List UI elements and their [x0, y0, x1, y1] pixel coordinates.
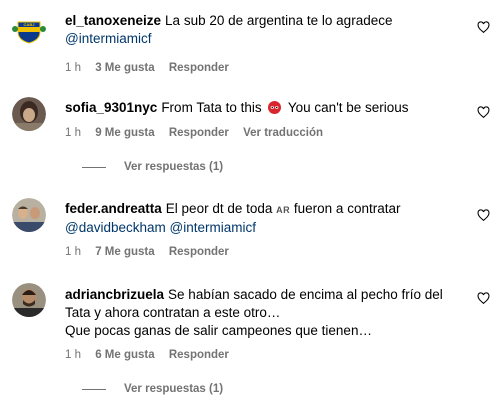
heart-outline-icon[interactable] [477, 21, 490, 34]
comment-username[interactable]: sofia_9301nyc [65, 100, 157, 115]
comment-text: el_tanoxeneize La sub 20 de argentina te … [65, 12, 464, 48]
heart-outline-icon[interactable] [477, 292, 490, 305]
reply-button[interactable]: Responder [169, 62, 229, 74]
comment-meta: 1 h 3 Me gusta Responder [65, 62, 464, 74]
comment-message-part: You can't be serious [287, 100, 409, 115]
comment-likes[interactable]: 7 Me gusta [95, 246, 154, 258]
comment-body: adriancbrizuela Se habían sacado de encim… [65, 286, 464, 361]
comment-meta: 1 h 7 Me gusta Responder [65, 246, 464, 258]
avatar[interactable]: CABJ [12, 12, 46, 46]
comment-username[interactable]: feder.andreatta [65, 201, 162, 216]
comment-likes[interactable]: 6 Me gusta [95, 349, 154, 361]
country-flag-icon: AR [276, 205, 291, 215]
comment-meta: 1 h 9 Me gusta Responder Ver traducción [65, 127, 464, 139]
comment-message: La sub 20 de argentina te lo agradece [165, 13, 393, 28]
comment-username[interactable]: adriancbrizuela [65, 287, 164, 302]
heart-outline-icon[interactable] [477, 209, 490, 222]
comment-likes[interactable]: 3 Me gusta [95, 62, 154, 74]
comment-text: sofia_9301nyc From Tata to this You can't… [65, 99, 464, 117]
view-replies-label: Ver respuestas (1) [124, 383, 224, 395]
comment-body: el_tanoxeneize La sub 20 de argentina te … [65, 12, 464, 74]
comment-item: sofia_9301nyc From Tata to this You can't… [0, 85, 500, 190]
view-replies-button[interactable]: Ver respuestas (1) [82, 161, 223, 173]
reply-button[interactable]: Responder [169, 127, 229, 139]
view-replies-button[interactable]: Ver respuestas (1) [82, 383, 223, 395]
comment-message-part: El peor dt de toda [165, 201, 273, 216]
translate-button[interactable]: Ver traducción [243, 127, 323, 139]
avatar[interactable] [12, 283, 46, 317]
comment-item: CABJ el_tanoxeneize La sub 20 de argentin… [0, 0, 500, 85]
reply-button[interactable]: Responder [169, 349, 229, 361]
comment-message-line: Que pocas ganas de salir campeones que t… [65, 323, 372, 338]
comment-time: 1 h [65, 246, 81, 258]
view-replies-label: Ver respuestas (1) [124, 161, 224, 173]
divider-line [82, 166, 106, 168]
reply-button[interactable]: Responder [169, 246, 229, 258]
comment-text: adriancbrizuela Se habían sacado de encim… [65, 286, 464, 340]
comment-likes[interactable]: 9 Me gusta [95, 127, 154, 139]
comment-body: feder.andreatta El peor dt de toda AR fue… [65, 200, 464, 258]
divider-line [82, 388, 106, 390]
mention-link[interactable]: @davidbeckham @intermiamicf [65, 220, 256, 235]
comment-time: 1 h [65, 349, 81, 361]
comment-body: sofia_9301nyc From Tata to this You can't… [65, 99, 464, 139]
angry-face-emoji-icon [268, 101, 282, 114]
comment-time: 1 h [65, 62, 81, 74]
heart-outline-icon[interactable] [477, 106, 490, 119]
comment-username[interactable]: el_tanoxeneize [65, 13, 161, 28]
comment-item: adriancbrizuela Se habían sacado de encim… [0, 275, 500, 405]
avatar[interactable] [12, 97, 46, 131]
comment-time: 1 h [65, 127, 81, 139]
comment-message-part: fueron a contratar [293, 201, 401, 216]
comment-item: feder.andreatta El peor dt de toda AR fue… [0, 190, 500, 275]
avatar[interactable] [12, 198, 46, 232]
svg-text:CABJ: CABJ [24, 22, 35, 27]
mention-link[interactable]: @intermiamicf [65, 31, 151, 46]
comment-message-part: From Tata to this [161, 100, 262, 115]
comment-text: feder.andreatta El peor dt de toda AR fue… [65, 200, 464, 237]
comment-meta: 1 h 6 Me gusta Responder [65, 349, 464, 361]
